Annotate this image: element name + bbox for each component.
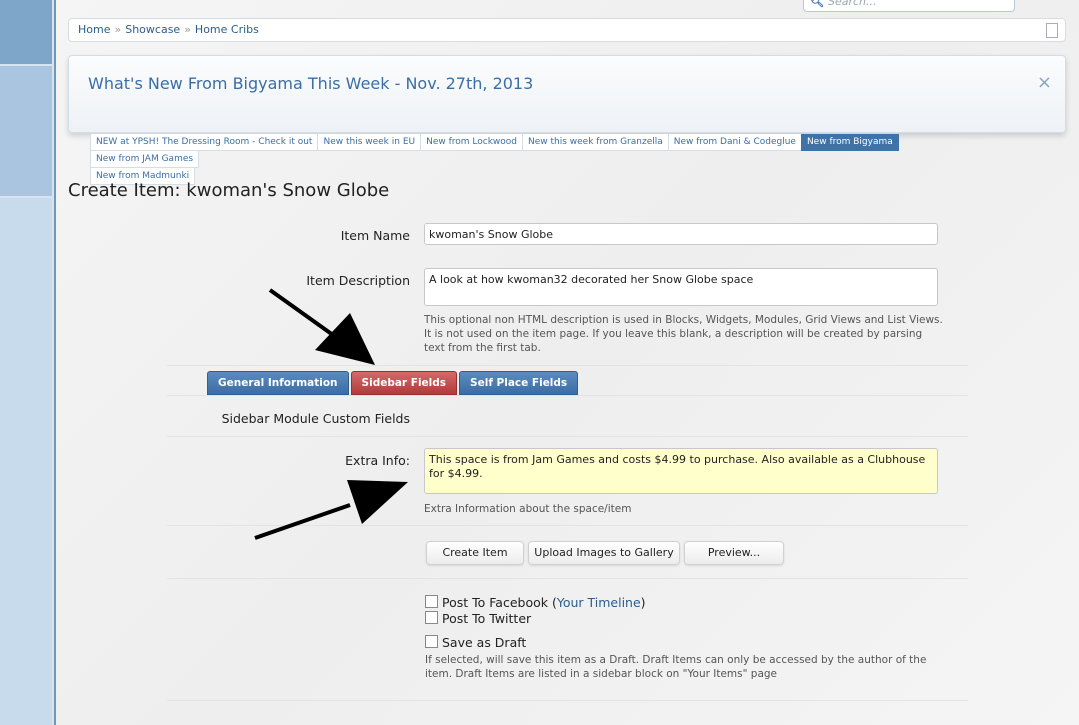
annotation-arrows — [254, 288, 408, 540]
arrow-shaft-tabs — [268, 288, 342, 342]
arrow-shaft-extra-info — [254, 503, 351, 540]
arrow-head-tabs — [315, 313, 375, 365]
arrow-head-extra-info — [347, 480, 408, 524]
